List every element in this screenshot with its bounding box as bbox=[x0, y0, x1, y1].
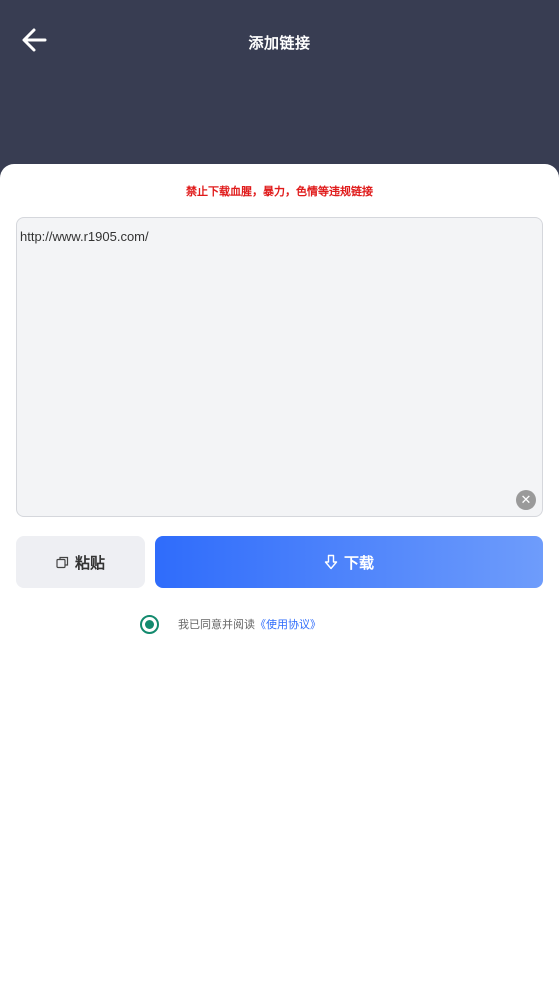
warning-text: 禁止下载血腥，暴力，色情等违规链接 bbox=[186, 185, 373, 198]
link-input-container: ✕ bbox=[16, 217, 543, 517]
terms-link[interactable]: 《使用协议》 bbox=[255, 616, 321, 632]
app-header: 添加链接 bbox=[0, 0, 559, 180]
close-icon: ✕ bbox=[520, 492, 532, 508]
download-button[interactable]: 下载 bbox=[155, 536, 543, 588]
agreement-radio[interactable] bbox=[140, 614, 159, 634]
link-input[interactable] bbox=[17, 218, 542, 516]
copy-icon bbox=[56, 556, 69, 568]
paste-label: 粘贴 bbox=[74, 553, 105, 572]
agreement-text: 我已同意并阅读 bbox=[178, 618, 255, 631]
clear-button[interactable]: ✕ bbox=[516, 490, 536, 510]
paste-button[interactable]: 粘贴 bbox=[16, 536, 145, 588]
download-arrow-icon bbox=[324, 554, 338, 570]
download-label: 下载 bbox=[343, 553, 374, 572]
agreement-row: 我已同意并阅读 《使用协议》 bbox=[140, 614, 321, 634]
page-title: 添加链接 bbox=[248, 34, 311, 52]
radio-checked-dot bbox=[145, 619, 154, 629]
content-sheet: 禁止下载血腥，暴力，色情等违规链接 ✕ 粘贴 下载 我已同意并阅读 《使用协议》 bbox=[0, 164, 559, 999]
